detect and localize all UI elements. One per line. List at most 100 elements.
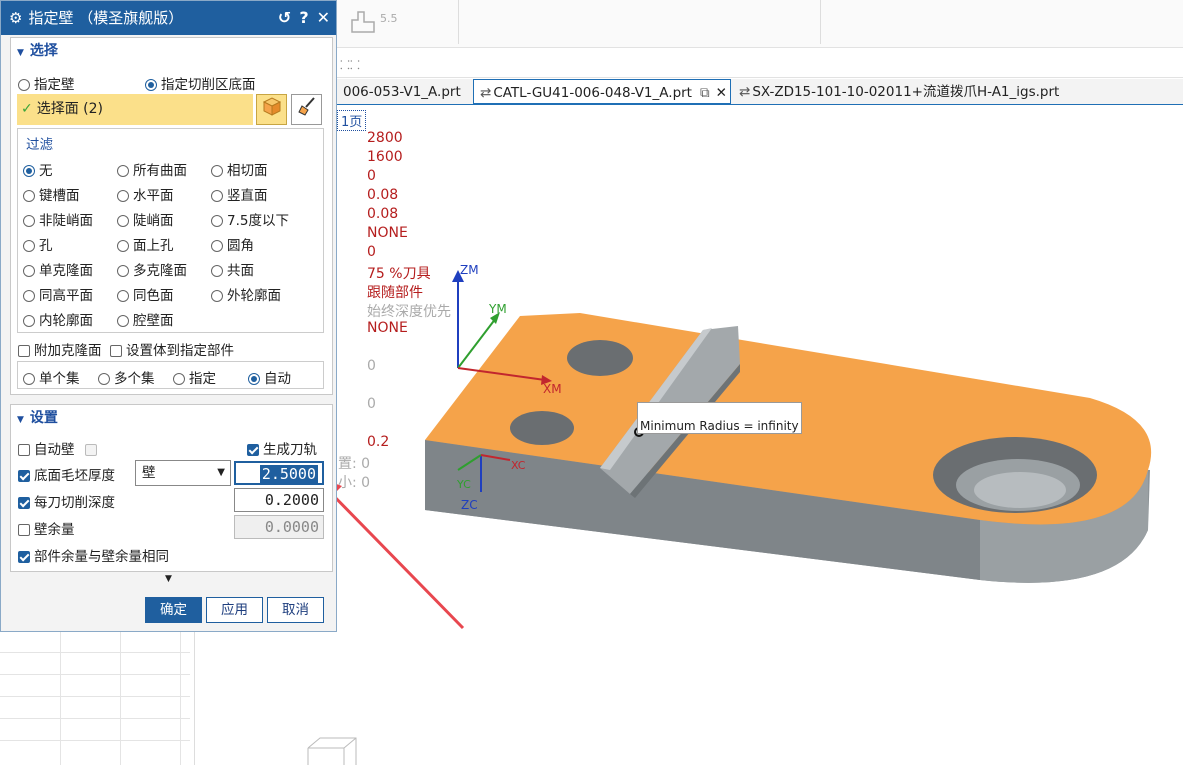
apply-button[interactable]: 应用 [206, 597, 263, 623]
filter-option[interactable]: 共面 [211, 259, 254, 279]
clear-selection-button[interactable] [291, 94, 322, 125]
mode-option-floor[interactable]: 指定切削区底面 [145, 73, 256, 93]
gen-toolpath-checkbox[interactable]: 生成刀轨 [247, 438, 317, 458]
radio-button[interactable] [248, 373, 260, 385]
collection-option[interactable]: 自动 [248, 367, 291, 387]
radio-button[interactable] [173, 373, 185, 385]
select-face-row[interactable]: ✓ 选择面 (2) [17, 94, 253, 125]
ok-button[interactable]: 确定 [145, 597, 202, 623]
axis-label-xc: XC [511, 459, 526, 472]
filter-option[interactable]: 多克隆面 [117, 259, 187, 279]
part-stock-same-checkbox[interactable]: 部件余量与壁余量相同 [18, 545, 169, 565]
checkbox[interactable] [18, 497, 30, 509]
expand-more-icon[interactable]: ▼ [165, 574, 172, 584]
radio-button[interactable] [18, 79, 30, 91]
depth-per-cut-checkbox[interactable]: 每刀切削深度 [18, 491, 115, 511]
radio-button[interactable] [211, 190, 223, 202]
filter-option[interactable]: 同色面 [117, 284, 174, 304]
view-cube-icon[interactable] [306, 736, 362, 765]
settings-section-header[interactable]: ▼ 设置 [11, 405, 332, 431]
wall-stock-checkbox[interactable]: 壁余量 [18, 518, 75, 538]
floor-stock-checkbox[interactable]: 底面毛坯厚度 [18, 464, 115, 484]
set-body-checkbox[interactable]: 设置体到指定部件 [110, 339, 234, 359]
checkbox[interactable] [247, 444, 259, 456]
radio-button[interactable] [211, 165, 223, 177]
radio-button[interactable] [117, 240, 129, 252]
filter-option[interactable]: 同高平面 [23, 284, 93, 304]
filter-option[interactable]: 非陡峭面 [23, 209, 93, 229]
checkbox[interactable] [18, 345, 30, 357]
add-clone-checkbox[interactable]: 附加克隆面 [18, 339, 102, 359]
face-select-button[interactable] [256, 94, 287, 125]
tab-file-2[interactable]: ⇄ CATL-GU41-006-048-V1_A.prt ⧉ ✕ [473, 79, 731, 105]
radio-button[interactable] [23, 315, 35, 327]
filter-option[interactable]: 内轮廓面 [23, 309, 93, 329]
filter-option[interactable]: 所有曲面 [117, 159, 187, 179]
filter-option[interactable]: 竖直面 [211, 184, 268, 204]
radio-button[interactable] [117, 290, 129, 302]
grid-icon[interactable]: ⸬⸬ [340, 56, 360, 73]
checkbox[interactable] [110, 345, 122, 357]
option-label: 非陡峭面 [39, 213, 93, 229]
filter-option[interactable]: 相切面 [211, 159, 268, 179]
depth-per-cut-input[interactable]: 0.2000 [234, 488, 324, 512]
checkbox[interactable] [18, 551, 30, 563]
radio-button[interactable] [23, 373, 35, 385]
mode-option-wall[interactable]: 指定壁 [18, 73, 75, 93]
radio-button[interactable] [23, 215, 35, 227]
dialog-title-tools: ↺? ✕ [270, 1, 330, 35]
filter-option[interactable]: 外轮廓面 [211, 284, 281, 304]
collection-option[interactable]: 多个集 [98, 367, 155, 387]
page-label[interactable]: 1页 [337, 110, 367, 131]
help-icon[interactable]: ? [299, 8, 308, 27]
filter-option[interactable]: 陡峭面 [117, 209, 174, 229]
radio-button[interactable] [117, 265, 129, 277]
step-icon[interactable] [350, 8, 376, 37]
filter-option[interactable]: 无 [23, 159, 53, 179]
filter-option[interactable]: 圆角 [211, 234, 254, 254]
axis-label-xm: XM [543, 382, 562, 396]
cancel-button[interactable]: 取消 [267, 597, 324, 623]
tab-file-1[interactable]: 006-053-V1_A.prt [337, 79, 471, 105]
filter-option[interactable]: 腔壁面 [117, 309, 174, 329]
filter-option[interactable]: 孔 [23, 234, 53, 254]
radio-button[interactable] [117, 190, 129, 202]
graphics-viewport[interactable]: ZM YM XM YC XC ZC [337, 106, 1183, 765]
radio-button[interactable] [145, 79, 157, 91]
checkbox[interactable] [18, 470, 30, 482]
collection-option[interactable]: 指定 [173, 367, 216, 387]
option-label: 壁余量 [34, 522, 75, 538]
auto-wall-checkbox[interactable]: 自动壁 [18, 438, 101, 458]
close-icon[interactable]: ✕ [317, 8, 330, 27]
radio-button[interactable] [23, 190, 35, 202]
dialog-title: 指定壁 （模圣旗舰版） [28, 9, 184, 27]
checkbox[interactable] [18, 524, 30, 536]
close-tab-icon[interactable]: ✕ [716, 85, 727, 101]
radio-button[interactable] [98, 373, 110, 385]
filter-option[interactable]: 单克隆面 [23, 259, 93, 279]
option-label: 指定壁 [34, 77, 75, 93]
collection-option[interactable]: 单个集 [23, 367, 80, 387]
radio-button[interactable] [211, 290, 223, 302]
filter-option[interactable]: 键槽面 [23, 184, 80, 204]
floor-stock-input[interactable]: 2.5000 [234, 461, 324, 485]
floor-stock-mode-select[interactable]: 壁 ▼ [135, 460, 231, 486]
radio-button[interactable] [23, 265, 35, 277]
pin-icon[interactable]: ⧉ [700, 85, 710, 101]
radio-button[interactable] [117, 165, 129, 177]
filter-option[interactable]: 7.5度以下 [211, 209, 289, 229]
radio-button[interactable] [211, 265, 223, 277]
radio-button[interactable] [23, 290, 35, 302]
tab-file-3[interactable]: ⇄ SX-ZD15-101-10-02011+流道拨爪H-A1_igs.prt [733, 79, 1183, 105]
radio-button[interactable] [211, 240, 223, 252]
radio-button[interactable] [211, 215, 223, 227]
radio-button[interactable] [23, 165, 35, 177]
filter-option[interactable]: 面上孔 [117, 234, 174, 254]
checkbox[interactable] [18, 444, 30, 456]
reset-icon[interactable]: ↺ [278, 8, 291, 27]
radio-button[interactable] [23, 240, 35, 252]
select-section-header[interactable]: ▼ 选择 [11, 38, 332, 64]
radio-button[interactable] [117, 315, 129, 327]
filter-option[interactable]: 水平面 [117, 184, 174, 204]
radio-button[interactable] [117, 215, 129, 227]
